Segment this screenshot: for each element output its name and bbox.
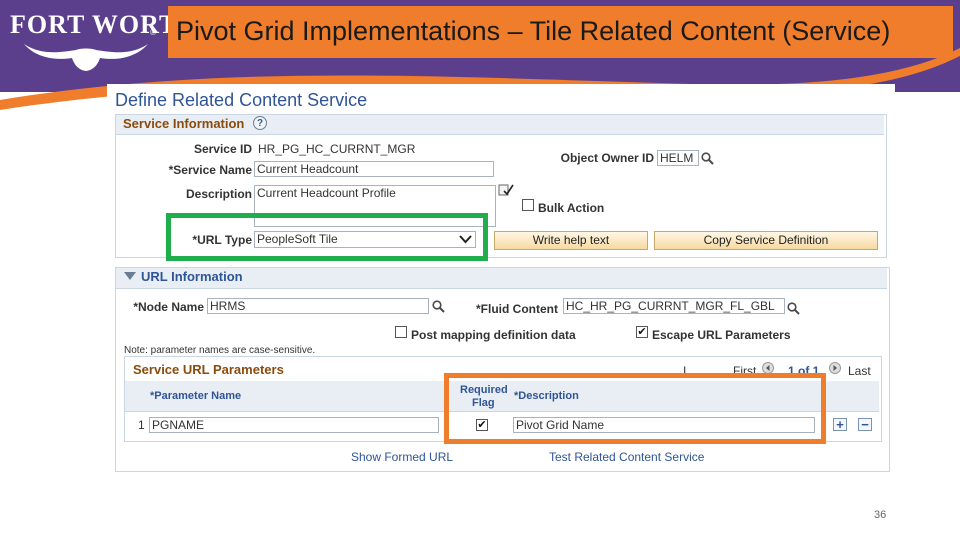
bulk-action-checkbox[interactable]	[522, 199, 534, 211]
page-title: Define Related Content Service	[115, 90, 368, 110]
row-number: 1	[138, 418, 145, 432]
test-related-content-link[interactable]: Test Related Content Service	[549, 450, 704, 464]
grid-nav-last[interactable]: Last	[848, 364, 871, 378]
logo-registered-mark: ®	[150, 28, 156, 37]
params-grid-title: Service URL Parameters	[133, 362, 284, 377]
col-param-name: *Parameter Name	[150, 390, 242, 402]
search-icon[interactable]	[701, 152, 714, 165]
slide-title: Pivot Grid Implementations – Tile Relate…	[176, 16, 891, 46]
copy-service-definition-button[interactable]: Copy Service Definition	[654, 231, 878, 250]
delete-row-button[interactable]: −	[858, 418, 872, 431]
next-arrow-icon[interactable]	[829, 362, 841, 374]
description-label: Description	[185, 187, 252, 201]
node-name-label: *Node Name	[133, 300, 204, 314]
service-name-label: *Service Name	[168, 163, 252, 177]
show-formed-url-link[interactable]: Show Formed URL	[351, 450, 453, 464]
service-name-input[interactable]: Current Headcount	[254, 161, 494, 177]
service-id-label: Service ID	[193, 142, 252, 156]
bulk-action-label: Bulk Action	[538, 201, 605, 215]
params-highlight	[444, 373, 826, 444]
collapse-triangle-icon[interactable]	[124, 272, 136, 281]
object-owner-input[interactable]: HELM	[657, 150, 699, 166]
spellcheck-icon[interactable]	[498, 183, 514, 197]
url-type-highlight	[166, 213, 488, 261]
longhorn-icon	[24, 44, 148, 71]
node-search-icon[interactable]	[432, 300, 445, 313]
post-mapping-checkbox[interactable]	[395, 326, 407, 338]
page-number: 36	[874, 509, 887, 521]
post-mapping-label: Post mapping definition data	[411, 328, 576, 342]
escape-url-checkbox[interactable]: ✔	[636, 326, 648, 338]
help-icon[interactable]: ?	[253, 116, 267, 130]
param-name-input[interactable]: PGNAME	[149, 417, 439, 433]
service-info-title: Service Information	[123, 116, 245, 131]
fluid-search-icon[interactable]	[787, 302, 800, 315]
fluid-content-label: *Fluid Content	[476, 302, 558, 316]
node-name-input[interactable]: HRMS	[207, 298, 429, 314]
url-info-title: URL Information	[141, 269, 243, 284]
object-owner-label: Object Owner ID	[560, 151, 654, 165]
add-row-button[interactable]: +	[833, 418, 847, 431]
case-note: Note: parameter names are case-sensitive…	[124, 345, 316, 356]
write-help-text-button[interactable]: Write help text	[494, 231, 648, 250]
escape-url-label: Escape URL Parameters	[652, 328, 791, 342]
fluid-content-input[interactable]: HC_HR_PG_CURRNT_MGR_FL_GBL	[563, 298, 785, 314]
service-id-value: HR_PG_HC_CURRNT_MGR	[258, 142, 416, 156]
escape-url-check-mark: ✔	[637, 326, 647, 338]
